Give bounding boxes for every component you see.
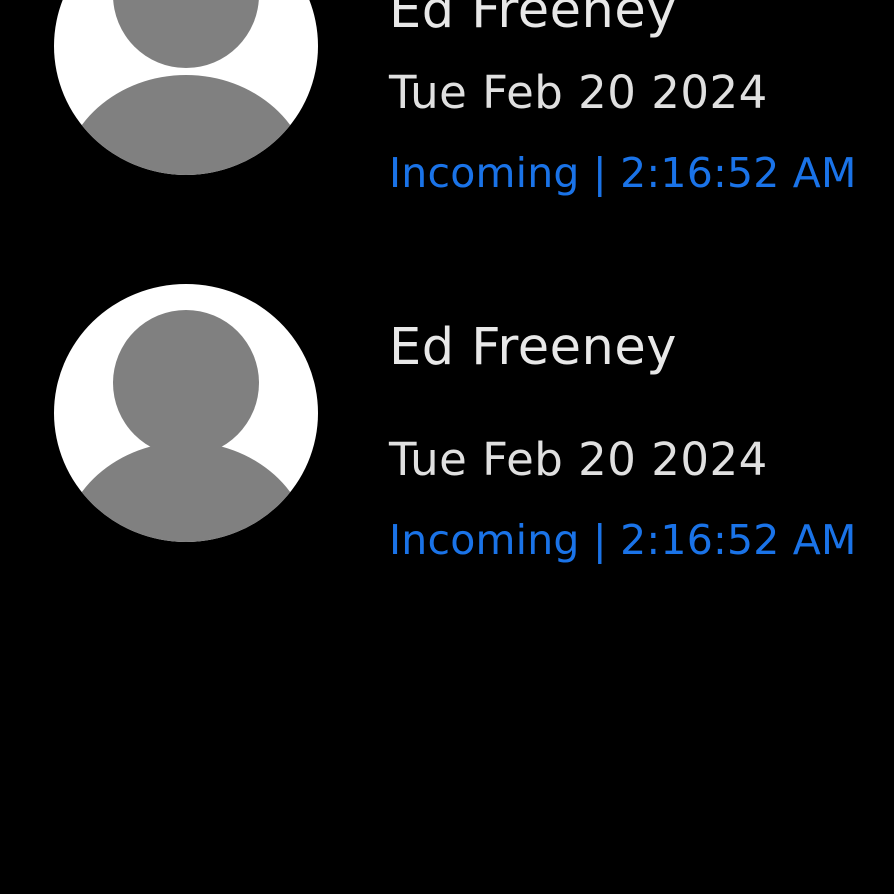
call-date: Tue Feb 20 2024: [389, 66, 768, 119]
call-status: Incoming | 2:16:52 AM: [389, 149, 857, 197]
call-log-item[interactable]: Ed Freeney Tue Feb 20 2024 Incoming | 2:…: [0, 284, 894, 584]
default-person-icon: [54, 0, 318, 175]
call-log-item[interactable]: Ed Freeney Tue Feb 20 2024 Incoming | 2:…: [0, 0, 894, 217]
avatar: [54, 0, 318, 175]
call-status: Incoming | 2:16:52 AM: [389, 516, 857, 564]
contact-name: Ed Freeney: [389, 318, 677, 377]
call-date: Tue Feb 20 2024: [389, 433, 768, 486]
avatar: [54, 284, 318, 542]
contact-name: Ed Freeney: [389, 0, 677, 40]
call-log-screen: Ed Freeney Tue Feb 20 2024 Incoming | 2:…: [0, 0, 894, 894]
default-person-icon: [54, 284, 318, 542]
